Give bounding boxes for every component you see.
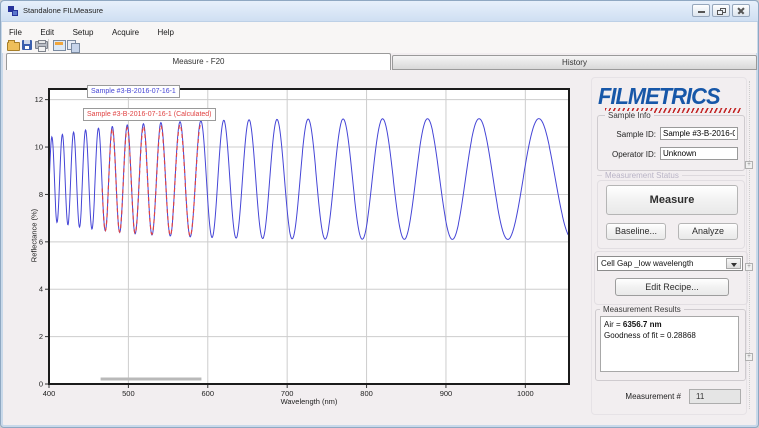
measure-button[interactable]: Measure: [606, 185, 738, 215]
svg-text:12: 12: [35, 95, 43, 104]
app-window: Standalone FILMeasure File Edit Setup Ac…: [0, 0, 759, 428]
recipe-select[interactable]: Cell Gap _low wavelength: [597, 256, 743, 271]
analyze-button[interactable]: Analyze: [678, 223, 738, 240]
open-file-button[interactable]: [6, 39, 20, 51]
filmetrics-logo: FILMETRICS: [598, 83, 739, 110]
tab-measure-f20[interactable]: Measure - F20: [6, 53, 391, 70]
recipe-dropdown-button[interactable]: [726, 258, 741, 269]
measurement-number-label: Measurement #: [601, 392, 681, 401]
chevron-down-icon: [731, 263, 737, 267]
spectrum-chart: 4005006007008009001000024681012 Sample #…: [9, 73, 591, 423]
svg-text:2: 2: [39, 332, 43, 341]
sample-info-group: Sample Info Sample ID: Operator ID:: [597, 115, 745, 171]
toolbar-separator: [48, 39, 49, 51]
window-controls: [692, 4, 750, 17]
window-title: Standalone FILMeasure: [23, 6, 103, 15]
recipe-selected-value: Cell Gap _low wavelength: [601, 259, 694, 268]
operator-id-input[interactable]: [660, 147, 738, 160]
tab-strip: Measure - F20 History: [1, 53, 758, 70]
y-axis-label: Reflectance (%): [30, 176, 39, 296]
open-folder-icon: [7, 42, 20, 51]
splitter-grip-middle[interactable]: +: [745, 263, 753, 271]
svg-text:0: 0: [39, 380, 43, 389]
copy-button[interactable]: [66, 39, 80, 51]
splitter-grip-bottom[interactable]: +: [745, 353, 753, 361]
snapshot-icon: [53, 40, 66, 51]
print-icon: [35, 41, 48, 49]
reflectance-plot[interactable]: 4005006007008009001000024681012: [9, 73, 591, 423]
baseline-button[interactable]: Baseline...: [606, 223, 666, 240]
svg-text:8: 8: [39, 190, 43, 199]
measurement-results-box: Air = 6356.7 nm Goodness of fit = 0.2886…: [600, 316, 739, 372]
tab-history[interactable]: History: [392, 55, 757, 70]
measurement-status-label: Measurement Status: [602, 171, 682, 180]
legend-measured: Sample #3-B-2016-07-16-1: [87, 85, 180, 98]
edit-recipe-button[interactable]: Edit Recipe...: [615, 278, 729, 296]
restore-button[interactable]: [712, 4, 730, 17]
sample-id-input[interactable]: [660, 127, 738, 140]
menu-bar: File Edit Setup Acquire Help: [2, 22, 757, 37]
measurement-number-value: [689, 389, 741, 404]
svg-text:6: 6: [39, 237, 43, 246]
svg-text:4: 4: [39, 285, 43, 294]
copy-icon: [67, 40, 76, 50]
minimize-icon: [698, 11, 705, 13]
x-axis-label: Wavelength (nm): [49, 397, 569, 406]
save-icon: [22, 40, 32, 50]
sample-info-legend: Sample Info: [605, 111, 654, 120]
result-line-air: Air = 6356.7 nm: [604, 319, 735, 330]
operator-id-label: Operator ID:: [602, 150, 656, 159]
snapshot-button[interactable]: [52, 39, 66, 51]
print-button[interactable]: [34, 39, 48, 51]
toolbar: [2, 37, 757, 53]
measurement-status-group: Measurement Status: [597, 170, 745, 180]
app-icon: [8, 6, 18, 16]
svg-text:10: 10: [35, 143, 43, 152]
legend-calculated: Sample #3-B-2016-07-16-1 (Calculated): [83, 108, 216, 121]
sample-id-label: Sample ID:: [602, 130, 656, 139]
result-line-goodness: Goodness of fit = 0.28868: [604, 330, 735, 341]
minimize-button[interactable]: [692, 4, 710, 17]
measurement-results-legend: Measurement Results: [600, 305, 684, 314]
close-button[interactable]: [732, 4, 750, 17]
save-button[interactable]: [20, 39, 34, 51]
splitter-grip-top[interactable]: +: [745, 161, 753, 169]
title-bar: Standalone FILMeasure: [1, 1, 758, 22]
